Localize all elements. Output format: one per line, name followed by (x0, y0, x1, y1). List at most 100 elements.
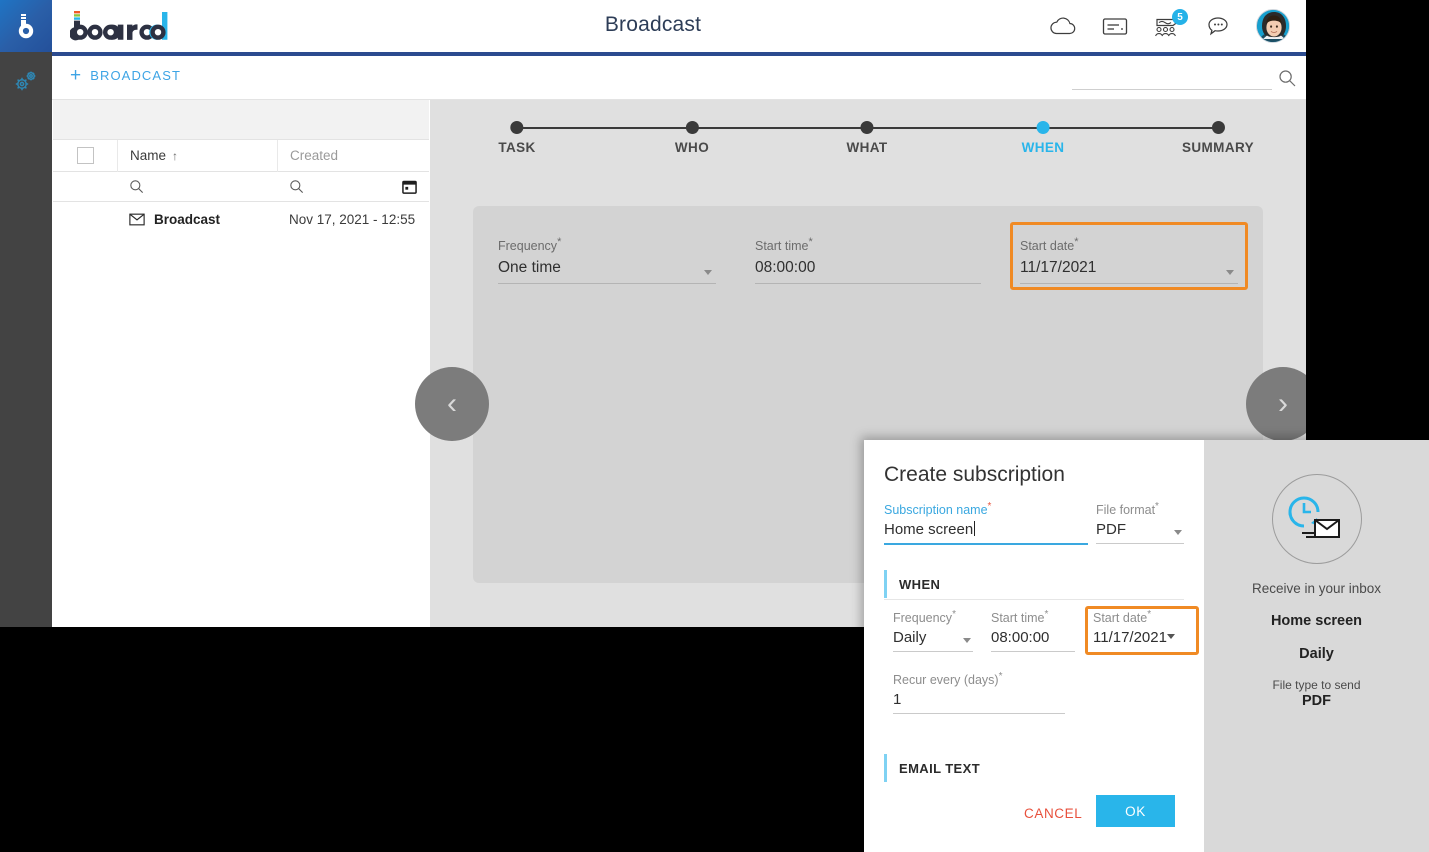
dialog-start-time-field[interactable]: Start time* 08:00:00 (991, 609, 1075, 653)
dialog-start-time-label: Start time* (991, 609, 1075, 625)
preview-caption: Receive in your inbox (1251, 581, 1382, 596)
table-header-row: Name ↑ Created (53, 139, 429, 172)
required-mark: * (998, 671, 1003, 682)
row-name-label: Broadcast (154, 211, 221, 227)
wizard-step-who[interactable]: WHO (675, 100, 709, 155)
recur-every-value[interactable]: 1 (893, 691, 1065, 715)
user-avatar[interactable] (1256, 9, 1290, 43)
screen-occluder-right (1306, 0, 1429, 440)
filter-name-cell[interactable] (117, 179, 277, 194)
wizard-step-what[interactable]: WHAT (846, 100, 887, 155)
broadcast-toolbar: + BROADCAST (52, 56, 1306, 100)
step-dot (510, 121, 524, 134)
chevron-left-icon: ‹ (447, 387, 457, 420)
ok-button[interactable]: OK (1096, 795, 1175, 827)
new-broadcast-label: BROADCAST (90, 68, 182, 83)
wizard-frequency-value[interactable]: One time (498, 259, 716, 285)
broadcast-group-icon[interactable]: 5 (1152, 9, 1188, 41)
step-label: WHO (674, 140, 710, 155)
start-date-highlight-box (1010, 222, 1248, 290)
step-dot (685, 121, 699, 134)
plus-icon: + (70, 65, 83, 86)
wizard-frequency-field[interactable]: Frequency* One time (498, 236, 716, 285)
file-format-field[interactable]: File format* PDF (1096, 501, 1184, 545)
wizard-step-when[interactable]: WHEN (1022, 100, 1065, 155)
step-label: TASK (498, 140, 536, 155)
required-mark: * (808, 236, 813, 248)
when-section-title: WHEN (899, 576, 941, 592)
dialog-start-time-value[interactable]: 08:00:00 (991, 629, 1075, 653)
screen-occluder-bottom (0, 627, 864, 852)
list-panel-header-strip (53, 100, 429, 140)
wizard-step-summary[interactable]: SUMMARY (1182, 100, 1254, 155)
subscription-name-label: Subscription name* (884, 501, 1088, 517)
table-row[interactable]: Broadcast Nov 17, 2021 - 12:55 (53, 202, 429, 236)
select-all-checkbox[interactable] (76, 147, 94, 164)
email-text-section-title: EMAIL TEXT (899, 760, 981, 776)
step-label: WHEN (1021, 140, 1065, 155)
search-input[interactable] (1072, 68, 1272, 90)
file-format-value[interactable]: PDF (1096, 521, 1184, 545)
required-mark: * (557, 236, 562, 248)
new-broadcast-button[interactable]: + BROADCAST (70, 66, 181, 85)
wizard-start-time-label: Start time* (755, 236, 981, 253)
value-text: 1 (893, 691, 902, 709)
value-text: Home screen (884, 521, 974, 539)
select-all-cell (53, 147, 117, 164)
cancel-button[interactable]: CANCEL (1016, 800, 1090, 827)
subscription-name-field[interactable]: Subscription name* Home screen (884, 501, 1088, 546)
wizard-step-task[interactable]: TASK (498, 100, 535, 155)
dialog-title: Create subscription (884, 463, 1065, 486)
chevron-down-icon (963, 638, 971, 644)
note-card-icon[interactable] (1100, 11, 1130, 41)
column-header-name-label: Name (130, 148, 167, 163)
gears-icon[interactable] (11, 66, 41, 96)
preview-subscription-name: Home screen (1270, 613, 1363, 629)
cloud-icon[interactable] (1048, 11, 1078, 41)
dialog-frequency-field[interactable]: Frequency* Daily (893, 609, 973, 653)
preview-filetype-label: File type to send (1272, 678, 1361, 692)
recur-every-label: Recur every (days)* (893, 671, 1065, 687)
toolbar-search (1072, 68, 1296, 90)
column-header-created[interactable]: Created (277, 139, 429, 172)
label-text: Start time (991, 611, 1045, 626)
chevron-down-icon (1174, 530, 1182, 536)
when-section-rule (884, 599, 1184, 600)
top-bar-icon-group: 5 (1048, 0, 1290, 52)
recur-every-field[interactable]: Recur every (days)* 1 (893, 671, 1065, 715)
notification-badge: 5 (1172, 9, 1188, 25)
column-header-name[interactable]: Name ↑ (117, 139, 277, 172)
left-rail (0, 52, 52, 627)
wizard-start-time-value[interactable]: 08:00:00 (755, 259, 981, 285)
broadcast-list-panel: Name ↑ Created Broadcast Nov 17, 2021 - … (53, 100, 429, 627)
sort-ascending-icon: ↑ (172, 148, 179, 163)
label-text: File format (1096, 503, 1156, 518)
label-text: Start time (755, 239, 809, 254)
required-mark: * (1044, 609, 1049, 620)
calendar-icon[interactable] (402, 179, 417, 194)
required-mark: * (952, 609, 956, 620)
dialog-start-date-highlight-box (1085, 606, 1199, 655)
search-icon (290, 180, 304, 194)
wizard-prev-button[interactable]: ‹ (415, 367, 489, 441)
filter-created-cell[interactable] (277, 179, 429, 194)
step-dot (860, 121, 874, 134)
chat-bubble-icon[interactable] (1204, 11, 1234, 41)
value-text: 08:00:00 (991, 629, 1050, 647)
top-bar: Broadcast 5 (0, 0, 1306, 52)
row-created-label: Nov 17, 2021 - 12:55 (289, 211, 416, 227)
chevron-right-icon: › (1278, 387, 1288, 420)
preview-frequency: Daily (1299, 646, 1334, 662)
email-text-section-header[interactable]: EMAIL TEXT (884, 754, 980, 782)
step-dot (1211, 121, 1225, 134)
column-header-created-label: Created (290, 148, 339, 163)
search-icon[interactable] (1278, 69, 1296, 92)
wizard-stepper: TASK WHO WHAT WHEN SUMMARY (430, 100, 1306, 175)
table-filter-row (53, 172, 429, 202)
dialog-frequency-value[interactable]: Daily (893, 629, 973, 653)
step-label: SUMMARY (1181, 140, 1255, 155)
dialog-frequency-label: Frequency* (893, 609, 973, 625)
subscription-name-value[interactable]: Home screen (884, 521, 1088, 546)
wizard-start-time-field[interactable]: Start time* 08:00:00 (755, 236, 981, 285)
wizard-frequency-label: Frequency* (498, 236, 716, 253)
